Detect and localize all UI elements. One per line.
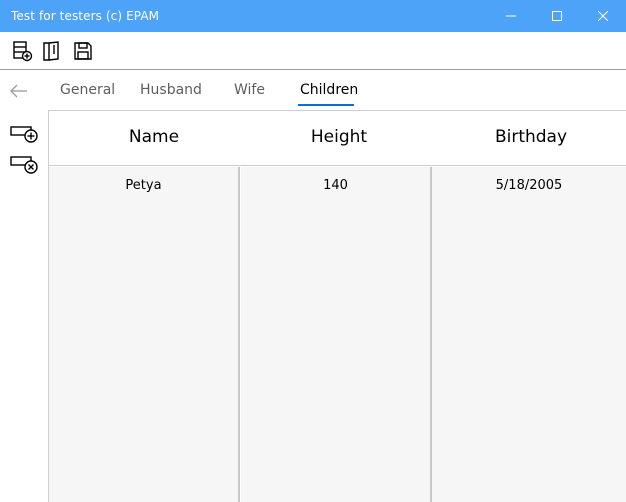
remove-child-button[interactable] — [8, 152, 40, 176]
save-icon — [74, 42, 92, 60]
column-header-birthday[interactable]: Birthday — [431, 127, 626, 147]
close-button[interactable] — [580, 0, 626, 32]
tab-bar: General Husband Wife Children — [0, 71, 626, 110]
tab-general[interactable]: General — [60, 82, 115, 98]
active-tab-indicator — [298, 104, 354, 106]
tab-husband[interactable]: Husband — [140, 82, 202, 98]
cell-name-value: Petya — [125, 178, 162, 193]
maximize-button[interactable] — [534, 0, 580, 32]
minimize-icon — [506, 15, 516, 17]
open-book-button[interactable] — [40, 39, 64, 63]
back-button[interactable] — [7, 79, 31, 103]
open-book-icon — [43, 41, 59, 61]
tab-wife[interactable]: Wife — [234, 82, 265, 98]
column-header-name[interactable]: Name — [49, 127, 259, 147]
grid-header: Name Height Birthday — [49, 111, 626, 166]
name-cell[interactable]: Petya — [49, 167, 240, 502]
add-row-icon — [10, 126, 38, 143]
window-title: Test for testers (c) EPAM — [11, 9, 160, 23]
save-button[interactable] — [71, 39, 95, 63]
tab-children[interactable]: Children — [300, 82, 358, 98]
remove-row-icon — [10, 156, 38, 174]
add-child-button[interactable] — [8, 122, 40, 146]
back-arrow-icon — [10, 84, 27, 98]
minimize-button[interactable] — [488, 0, 534, 32]
cell-height-value: 140 — [323, 178, 348, 193]
close-icon — [598, 11, 608, 21]
command-bar — [0, 32, 626, 70]
cell-birthday-value: 5/18/2005 — [495, 178, 563, 193]
height-cell[interactable]: 140 — [241, 167, 432, 502]
birthday-cell[interactable]: 5/18/2005 — [432, 167, 626, 502]
add-record-icon — [13, 41, 33, 62]
add-record-button[interactable] — [11, 39, 35, 63]
maximize-icon — [552, 11, 562, 21]
children-grid: Name Height Birthday Petya 140 5/18/2005 — [48, 110, 626, 502]
column-header-height[interactable]: Height — [239, 127, 439, 147]
title-bar: Test for testers (c) EPAM — [0, 0, 626, 32]
